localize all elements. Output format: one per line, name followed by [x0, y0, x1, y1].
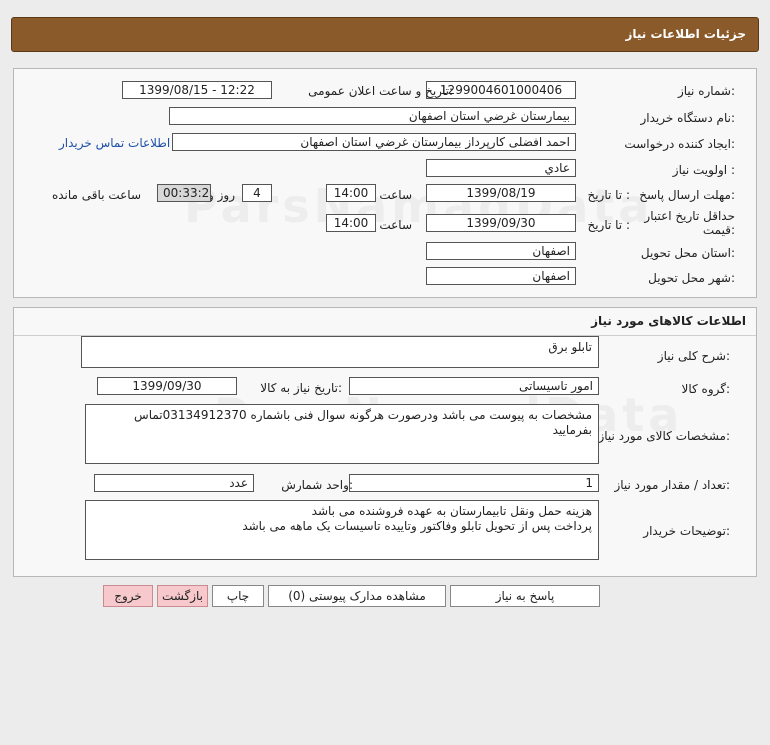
- deadline-label: مهلت ارسال پاسخ:: [639, 188, 735, 202]
- requester-label: ایجاد کننده درخواست:: [624, 137, 735, 151]
- remaining-label: ساعت باقی مانده: [51, 188, 141, 202]
- page-header: جزئیات اطلاعات نیاز: [11, 17, 759, 52]
- buyer-org-label: نام دستگاه خریدار:: [640, 111, 736, 125]
- need-number-label: شماره نیاز:: [677, 84, 735, 98]
- specs-label: مشخصات کالای مورد نیاز:: [598, 429, 730, 443]
- deadline-time-field: 14:00: [326, 184, 376, 202]
- province-label: استان محل تحویل:: [640, 246, 735, 260]
- back-button[interactable]: بازگشت: [157, 585, 208, 607]
- buyer-notes-line1: هزینه حمل ونقل تابیمارستان به عهده فروشن…: [311, 504, 592, 518]
- requester-field: احمد افضلی کارپرداز بیمارستان غرضي استان…: [172, 133, 576, 151]
- buyer-notes-line2: پرداخت پس از تحویل تابلو وفاکتور وتاییده…: [242, 519, 592, 533]
- days-label: روز و: [208, 188, 235, 202]
- group-field: امور تاسیساتی: [349, 377, 599, 395]
- need-date-label: تاریخ نیاز به کالا:: [260, 381, 342, 395]
- print-button[interactable]: چاپ: [212, 585, 264, 607]
- validity-label: حداقل تاریخ اعتبار قیمت:: [644, 209, 735, 237]
- priority-label: اولویت نیاز :: [672, 163, 735, 177]
- need-date-field: 1399/09/30: [97, 377, 237, 395]
- buyer-notes-label: توضیحات خریدار:: [643, 524, 730, 538]
- buyer-notes-field: هزینه حمل ونقل تابیمارستان به عهده فروشن…: [85, 500, 599, 560]
- deadline-date-field: 1399/08/19: [426, 184, 576, 202]
- validity-until-label: تا تاریخ :: [587, 218, 630, 232]
- priority-field: عادي: [426, 159, 576, 177]
- deadline-until-label: تا تاریخ :: [587, 188, 630, 202]
- announce-label: تاریخ و ساعت اعلان عمومی:: [308, 84, 453, 98]
- validity-label-line2: قیمت:: [702, 223, 735, 237]
- goods-section-title: اطلاعات کالاهای مورد نیاز: [591, 314, 746, 328]
- days-field: 4: [242, 184, 272, 202]
- announce-field: 1399/08/15 - 12:22: [122, 81, 272, 99]
- validity-label-line1: حداقل تاریخ اعتبار: [644, 209, 735, 223]
- page-title: جزئیات اطلاعات نیاز: [625, 27, 746, 41]
- goods-info-panel: اطلاعات کالاهای مورد نیاز ParsNamadData …: [13, 307, 757, 577]
- buyer-contact-link[interactable]: اطلاعات تماس خریدار: [59, 136, 170, 150]
- reply-button[interactable]: پاسخ به نیاز: [450, 585, 600, 607]
- specs-field: مشخصات به پیوست می باشد ودرصورت هرگونه س…: [85, 404, 599, 464]
- city-field: اصفهان: [426, 267, 576, 285]
- province-field: اصفهان: [426, 242, 576, 260]
- validity-time-label: ساعت: [379, 218, 412, 232]
- validity-time-field: 14:00: [326, 214, 376, 232]
- deadline-time-label: ساعت: [379, 188, 412, 202]
- qty-label: تعداد / مقدار مورد نیاز:: [614, 478, 730, 492]
- need-info-panel: ParsNamadData شماره نیاز: 12990046010004…: [13, 68, 757, 298]
- summary-label: شرح کلی نیاز:: [657, 349, 730, 363]
- city-label: شهر محل تحویل:: [648, 271, 735, 285]
- remaining-timer: 00:33:28: [157, 184, 211, 202]
- group-label: گروه کالا:: [681, 382, 731, 396]
- unit-label: واحد شمارش:: [281, 478, 353, 492]
- buyer-org-field: بیمارستان غرضي استان اصفهان: [169, 107, 576, 125]
- attachments-button[interactable]: مشاهده مدارک پیوستی (0): [268, 585, 446, 607]
- qty-field: 1: [349, 474, 599, 492]
- unit-field: عدد: [94, 474, 254, 492]
- validity-date-field: 1399/09/30: [426, 214, 576, 232]
- exit-button[interactable]: خروج: [103, 585, 153, 607]
- summary-field: تابلو برق: [81, 336, 599, 368]
